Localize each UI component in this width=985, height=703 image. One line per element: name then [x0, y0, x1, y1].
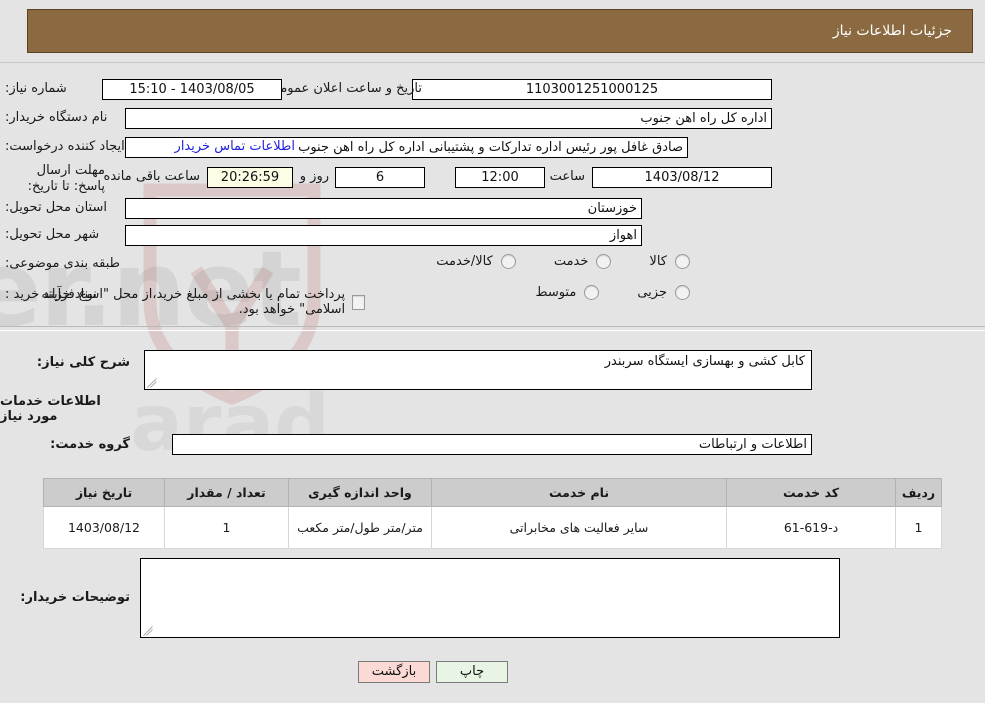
radio-process-jozii[interactable]	[675, 285, 690, 300]
back-button[interactable]: بازگشت	[358, 661, 430, 683]
need-number-label: شماره نیاز:	[5, 81, 67, 96]
radio-category-kala-label: کالا	[649, 254, 667, 269]
province-value: خوزستان	[125, 198, 642, 219]
summary-label: شرح کلی نیاز:	[36, 355, 130, 370]
page-header: جزئیات اطلاعات نیاز	[27, 9, 973, 53]
radio-category-khedmat-label: خدمت	[553, 254, 589, 269]
province-label: استان محل تحویل:	[5, 200, 107, 215]
buyer-contact-link[interactable]: اطلاعات تماس خریدار	[175, 139, 295, 154]
radio-category-kala-khedmat-label: کالا/خدمت	[436, 254, 493, 269]
remaining-time-label: ساعت باقی مانده	[103, 169, 200, 184]
announce-datetime-value: 1403/08/05 - 15:10	[102, 79, 282, 100]
need-number-value: 1103001251000125	[412, 79, 772, 100]
buyer-org-label: نام دستگاه خریدار:	[5, 110, 108, 125]
resize-grip-icon[interactable]	[147, 378, 157, 388]
resize-grip-icon[interactable]	[143, 626, 153, 636]
announce-datetime-label: تاریخ و ساعت اعلان عمومی:	[265, 81, 422, 96]
print-button[interactable]: چاپ	[436, 661, 508, 683]
services-heading: اطلاعات خدمات مورد نیاز	[0, 394, 101, 424]
category-label: طبقه بندی موضوعی:	[5, 256, 121, 271]
hour-label: ساعت	[549, 169, 585, 184]
page-title: جزئیات اطلاعات نیاز	[832, 23, 952, 39]
remarks-label: توضیحات خریدار:	[20, 590, 130, 605]
days-label: روز و	[299, 169, 329, 184]
deadline-time-value: 12:00	[455, 167, 545, 188]
buyer-org-value: اداره کل راه اهن جنوب	[125, 108, 772, 129]
service-group-value: اطلاعات و ارتباطات	[172, 434, 812, 455]
radio-category-kala-khedmat[interactable]	[500, 254, 516, 269]
checkbox-treasury-documents[interactable]	[352, 294, 365, 310]
creator-label: ایجاد کننده درخواست:	[5, 139, 125, 154]
city-value: اهواز	[125, 225, 642, 246]
radio-process-jozii-label: جزیی	[637, 285, 667, 300]
summary-textarea[interactable]: کابل کشی و بهسازی ایستگاه سربندر	[144, 350, 812, 390]
service-group-label: گروه خدمت:	[50, 437, 130, 452]
treasury-note-label: پرداخت تمام یا بخشی از مبلغ خرید،از محل …	[41, 287, 346, 317]
remaining-days-value: 6	[335, 167, 425, 188]
city-label: شهر محل تحویل:	[5, 227, 100, 242]
summary-text: کابل کشی و بهسازی ایستگاه سربندر	[604, 354, 805, 369]
radio-process-motevaset-label: متوسط	[535, 285, 577, 300]
radio-category-kala[interactable]	[675, 254, 690, 269]
remarks-textarea[interactable]	[140, 558, 840, 638]
radio-category-khedmat[interactable]	[596, 254, 612, 269]
deadline-label: مهلت ارسال پاسخ: تا تاریخ:	[27, 163, 105, 194]
deadline-date-value: 1403/08/12	[592, 167, 772, 188]
radio-process-motevaset[interactable]	[584, 285, 600, 300]
remaining-clock-value: 20:26:59	[207, 167, 293, 188]
